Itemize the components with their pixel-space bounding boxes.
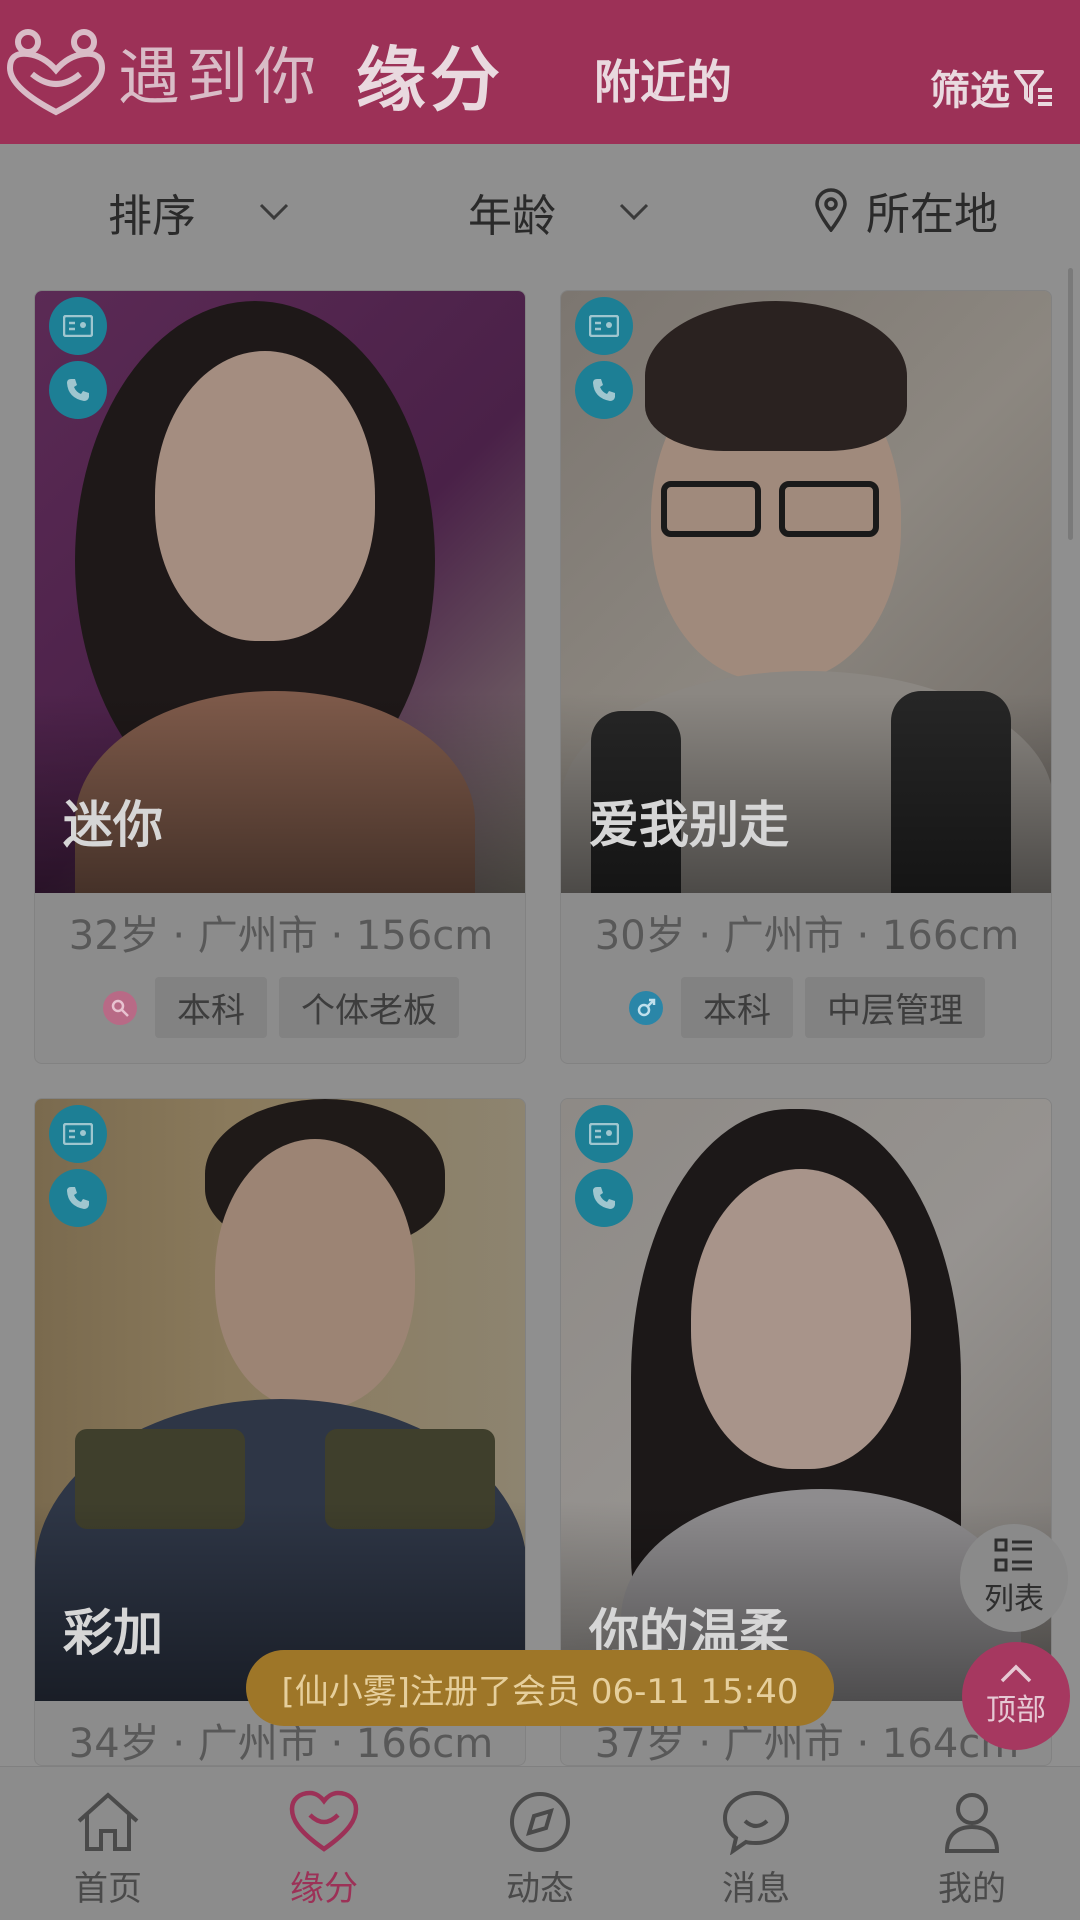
id-verified-icon [49,297,107,355]
filter-button[interactable]: 筛选 [930,58,1054,116]
top-label: 顶部 [986,1693,1046,1728]
age-label: 年龄 [468,191,556,242]
compass-icon [510,1792,570,1852]
chevron-down-icon [259,203,289,221]
logo-icon [6,29,106,116]
list-label: 列表 [984,1582,1044,1617]
nav-label: 动态 [506,1869,574,1909]
id-verified-icon [575,297,633,355]
nav-label: 消息 [722,1869,790,1909]
nav-label: 我的 [938,1869,1006,1909]
location-pin-icon [815,188,847,232]
profile-card[interactable]: 迷你 32岁 · 广州市 · 156cm 本科 个体老板 [34,290,526,1064]
back-to-top-button[interactable]: 顶部 [962,1642,1070,1750]
sort-dropdown[interactable]: 排序 [108,180,290,244]
list-view-button[interactable]: 列表 [960,1524,1068,1632]
nav-label: 缘分 [290,1869,358,1909]
phone-verified-icon [575,361,633,419]
heart-icon [289,1790,359,1852]
tag-occupation: 个体老板 [279,977,459,1038]
tag-education: 本科 [681,977,793,1038]
location-filter[interactable]: 所在地 [814,178,998,242]
phone-verified-icon [49,361,107,419]
bottom-nav: 首页 缘分 动态 消息 我的 [0,1766,1080,1920]
profile-photo: 彩加 [35,1099,525,1701]
location-label: 所在地 [866,189,998,240]
tab-yuanfen[interactable]: 缘分 [356,24,504,125]
id-verified-icon [575,1105,633,1163]
nav-label: 首页 [74,1869,142,1909]
profile-tags: 本科 个体老板 [35,977,525,1038]
nav-messages[interactable]: 消息 [648,1767,864,1920]
filter-label: 筛选 [930,68,1010,114]
nav-home[interactable]: 首页 [0,1767,216,1920]
chevron-up-icon [1000,1664,1032,1683]
female-icon [103,990,137,1025]
user-icon [944,1793,1000,1853]
male-icon [629,990,663,1025]
phone-verified-icon [575,1169,633,1227]
profile-photo: 迷你 [35,291,525,893]
profile-tags: 本科 中层管理 [561,977,1051,1038]
profile-card[interactable]: 爱我别走 30岁 · 广州市 · 166cm 本科 中层管理 [560,290,1052,1064]
nav-mine[interactable]: 我的 [864,1767,1080,1920]
scrollbar[interactable] [1068,268,1073,540]
nav-dynamic[interactable]: 动态 [432,1767,648,1920]
profile-info: 32岁 · 广州市 · 156cm [68,913,494,959]
age-dropdown[interactable]: 年龄 [468,180,650,244]
id-verified-icon [49,1105,107,1163]
profile-info: 30岁 · 广州市 · 166cm [594,913,1020,959]
message-icon [722,1790,790,1855]
sort-bar: 排序 年龄 所在地 [0,144,1080,272]
tag-occupation: 中层管理 [805,977,985,1038]
phone-verified-icon [49,1169,107,1227]
activity-toast: [仙小雾]注册了会员 06-11 15:40 [246,1650,834,1726]
tab-nearby[interactable]: 附近的 [594,46,732,112]
home-icon [77,1792,139,1851]
sort-label: 排序 [108,191,196,242]
profile-name: 迷你 [63,796,163,854]
nav-yuanfen[interactable]: 缘分 [216,1767,432,1920]
filter-icon [1014,70,1052,106]
chevron-down-icon [619,203,649,221]
tag-education: 本科 [155,977,267,1038]
top-header: 遇到你 缘分 附近的 筛选 [0,0,1080,144]
profile-photo: 爱我别走 [561,291,1051,893]
profile-name: 彩加 [63,1604,163,1662]
profile-name: 爱我别走 [589,796,789,854]
list-icon [994,1538,1032,1572]
brand-name: 遇到你 [118,40,323,113]
